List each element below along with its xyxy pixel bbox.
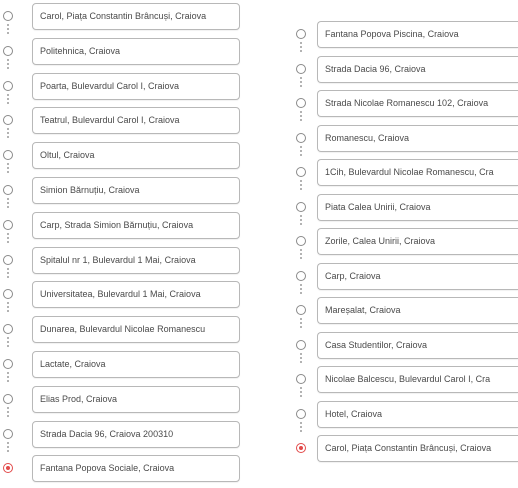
stop-location-field[interactable]: Strada Dacia 96, Craiova 200310	[32, 420, 240, 448]
stop-circle-icon	[3, 45, 13, 56]
stop-circle-icon	[3, 393, 13, 404]
route-stop-row: Teatrul, Bulevardul Carol I, Craiova	[0, 104, 250, 141]
stop-location-field[interactable]: Piata Calea Unirii, Craiova	[317, 193, 518, 221]
route-stop-row: Spitalul nr 1, Bulevardul 1 Mai, Craiova	[0, 244, 250, 280]
stop-circle-icon	[3, 219, 13, 230]
route-stop-row: Carp, Craiova	[291, 260, 518, 296]
stop-location-field[interactable]: Politehnica, Craiova	[32, 37, 240, 65]
route-stop-row: Carol, Piața Constantin Brâncuși, Craiov…	[291, 432, 518, 467]
route-stop-row: Dunarea, Bulevardul Nicolae Romanescu	[0, 313, 250, 350]
route-stop-row: Strada Dacia 96, Craiova 200310	[0, 418, 250, 454]
stop-circle-icon	[296, 29, 306, 39]
stop-circle-icon	[296, 63, 306, 74]
route-stop-row: Oltul, Craiova	[0, 139, 250, 176]
stop-circle-icon	[296, 201, 306, 212]
stop-location-field[interactable]: Zorile, Calea Unirii, Craiova	[317, 228, 518, 255]
stop-location-field[interactable]: 1Cih, Bulevardul Nicolae Romanescu, Cra	[317, 159, 518, 186]
route-stop-row: Fantana Popova Sociale, Craiova	[0, 452, 250, 487]
stop-circle-icon	[296, 408, 306, 419]
stop-circle-icon	[3, 115, 13, 126]
stop-location-field[interactable]: Poarta, Bulevardul Carol I, Craiova	[32, 72, 240, 100]
stop-location-field[interactable]: Casa Studentilor, Craiova	[317, 331, 518, 359]
stop-location-field[interactable]: Dunarea, Bulevardul Nicolae Romanescu	[32, 316, 240, 344]
stop-location-field[interactable]: Carol, Piața Constantin Brâncuși, Craiov…	[32, 3, 240, 30]
stop-circle-icon	[296, 305, 306, 315]
stop-circle-icon	[296, 236, 306, 246]
route-stop-row: Lactate, Craiova	[0, 348, 250, 384]
stop-circle-icon	[3, 184, 13, 195]
stop-location-field[interactable]: Spitalul nr 1, Bulevardul 1 Mai, Craiova	[32, 246, 240, 274]
route-stop-row: Nicolae Balcescu, Bulevardul Carol I, Cr…	[291, 363, 518, 399]
stop-location-field[interactable]: Strada Nicolae Romanescu 102, Craiova	[317, 90, 518, 117]
stop-location-field[interactable]: Carp, Craiova	[317, 262, 518, 290]
stop-location-field[interactable]: Hotel, Craiova	[317, 400, 518, 428]
stop-location-field[interactable]: Universitatea, Bulevardul 1 Mai, Craiova	[32, 281, 240, 309]
route-stop-row: Strada Nicolae Romanescu 102, Craiova	[291, 87, 518, 123]
route-stop-row: Universitatea, Bulevardul 1 Mai, Craiova	[0, 278, 250, 315]
route-stop-row: Zorile, Calea Unirii, Craiova	[291, 225, 518, 261]
stop-circle-icon	[296, 132, 306, 143]
stop-circle-icon	[3, 80, 13, 91]
stop-circle-icon	[3, 289, 13, 300]
stop-circle-icon	[296, 270, 306, 281]
route-stop-row: Politehnica, Craiova	[0, 35, 250, 71]
stop-location-field[interactable]: Lactate, Craiova	[32, 350, 240, 378]
stop-circle-icon	[296, 167, 306, 177]
right-route-stop-list: Fantana Popova Piscina, Craiova Strada Da…	[291, 18, 518, 467]
stop-circle-icon	[3, 358, 13, 369]
stop-circle-icon	[296, 339, 306, 350]
stop-circle-icon	[296, 374, 306, 384]
stop-location-field[interactable]: Simion Bărnuțiu, Craiova	[32, 176, 240, 204]
destination-marker-icon	[296, 443, 306, 453]
stop-location-field[interactable]: Carp, Strada Simion Bărnuțiu, Craiova	[32, 211, 240, 239]
stop-location-field[interactable]: Strada Dacia 96, Craiova	[317, 55, 518, 83]
stop-location-field[interactable]: Elias Prod, Craiova	[32, 385, 240, 413]
route-stop-row: Piata Calea Unirii, Craiova	[291, 191, 518, 227]
route-stop-row: Casa Studentilor, Craiova	[291, 329, 518, 365]
stop-location-field[interactable]: Nicolae Balcescu, Bulevardul Carol I, Cr…	[317, 366, 518, 393]
stop-circle-icon	[3, 428, 13, 439]
stop-circle-icon	[3, 11, 13, 21]
stop-location-field[interactable]: Oltul, Craiova	[32, 142, 240, 170]
route-stop-row: Carol, Piața Constantin Brâncuși, Craiov…	[0, 0, 250, 36]
route-stop-row: Fantana Popova Piscina, Craiova	[291, 18, 518, 54]
route-stop-row: Mareșalat, Craiova	[291, 294, 518, 330]
stop-location-field[interactable]: Carol, Piața Constantin Brâncuși, Craiov…	[317, 435, 518, 462]
route-stop-row: Poarta, Bulevardul Carol I, Craiova	[0, 70, 250, 106]
stop-location-field[interactable]: Mareșalat, Craiova	[317, 297, 518, 324]
left-route-stop-list: Carol, Piața Constantin Brâncuși, Craiov…	[0, 0, 250, 487]
route-stop-row: Romanescu, Craiova	[291, 122, 518, 158]
route-stop-row: Hotel, Craiova	[291, 398, 518, 434]
route-stop-row: Elias Prod, Craiova	[0, 383, 250, 419]
stop-circle-icon	[3, 150, 13, 161]
stop-location-field[interactable]: Fantana Popova Sociale, Craiova	[32, 455, 240, 483]
route-stop-row: Strada Dacia 96, Craiova	[291, 53, 518, 89]
stop-location-field[interactable]: Romanescu, Craiova	[317, 124, 518, 152]
stop-circle-icon	[3, 254, 13, 265]
stop-location-field[interactable]: Fantana Popova Piscina, Craiova	[317, 21, 518, 48]
stop-circle-icon	[296, 98, 306, 108]
stop-circle-icon	[3, 324, 13, 335]
route-stop-row: Carp, Strada Simion Bărnuțiu, Craiova	[0, 209, 250, 245]
route-stop-row: Simion Bărnuțiu, Craiova	[0, 174, 250, 210]
destination-marker-icon	[3, 463, 13, 474]
stop-location-field[interactable]: Teatrul, Bulevardul Carol I, Craiova	[32, 107, 240, 135]
route-stop-row: 1Cih, Bulevardul Nicolae Romanescu, Cra	[291, 156, 518, 192]
